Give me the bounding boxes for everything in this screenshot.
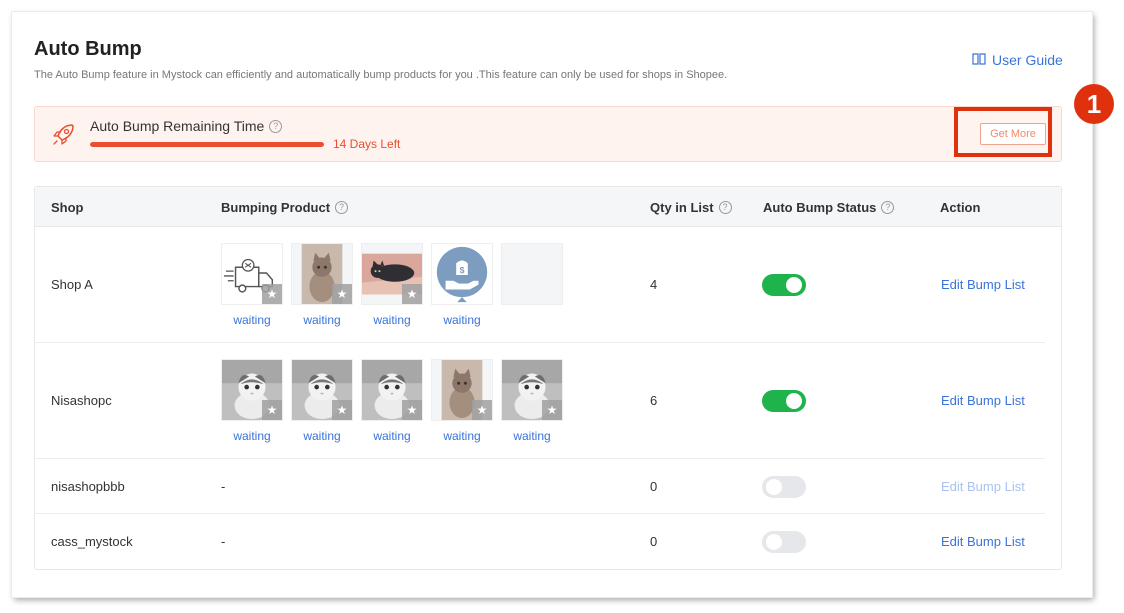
shop-name: nisashopbbb	[51, 478, 125, 494]
qty-in-list: 0	[650, 478, 658, 494]
table-header: Shop Bumping Product? Qty in List? Auto …	[35, 187, 1061, 227]
pin-icon: ★	[332, 400, 352, 420]
bump-status-waiting: waiting	[233, 313, 271, 327]
bump-status-waiting: waiting	[443, 429, 481, 443]
user-guide-link[interactable]: User Guide	[972, 52, 1063, 68]
toggle-knob	[766, 533, 782, 550]
header-qty-label: Qty in List	[650, 200, 714, 215]
bump-status-waiting: waiting	[233, 429, 271, 443]
book-icon	[972, 52, 986, 68]
bump-status-waiting: waiting	[443, 313, 481, 327]
bump-status-waiting: waiting	[513, 429, 551, 443]
header-status: Auto Bump Status?	[763, 200, 895, 215]
remaining-time-label: Auto Bump Remaining Time ?	[90, 118, 283, 134]
help-icon[interactable]: ?	[269, 119, 283, 133]
callout-number-badge: 1	[1074, 84, 1114, 124]
header-shop: Shop	[51, 200, 84, 215]
money-hand-icon	[432, 244, 492, 304]
toggle-knob	[786, 393, 802, 409]
toggle-knob	[766, 478, 782, 495]
page-description: The Auto Bump feature in Mystock can eff…	[34, 69, 728, 81]
shop-name: cass_mystock	[51, 533, 133, 549]
header-qty: Qty in List?	[650, 200, 732, 215]
qty-in-list: 0	[650, 533, 658, 549]
edit-bump-list-link[interactable]: Edit Bump List	[941, 534, 1025, 549]
help-icon[interactable]: ?	[881, 201, 895, 214]
edit-bump-list-link: Edit Bump List	[941, 478, 1025, 494]
pin-icon: ★	[402, 400, 422, 420]
shop-name: Shop A	[51, 277, 93, 292]
help-icon[interactable]: ?	[718, 201, 732, 214]
table-row: Shop A waiting ★ waiting ★ waiting ★ waiting 4 Ed…	[35, 227, 1061, 343]
qty-in-list: 4	[650, 277, 658, 292]
auto-bump-toggle[interactable]	[762, 475, 806, 498]
remaining-time-banner: Auto Bump Remaining Time ? 14 Days Left …	[34, 106, 1062, 162]
header-bumping-product: Bumping Product?	[221, 200, 349, 215]
product-thumbnail[interactable]: ★	[221, 359, 283, 421]
remaining-time-text: Auto Bump Remaining Time	[90, 118, 265, 134]
shop-name: Nisashopc	[51, 393, 112, 408]
header-status-label: Auto Bump Status	[763, 200, 877, 215]
pin-icon: ★	[262, 284, 282, 304]
empty-thumbnail-slot	[501, 243, 563, 305]
page-title: Auto Bump	[34, 38, 142, 60]
auto-bump-toggle[interactable]	[762, 274, 806, 296]
product-thumbnail[interactable]: ★	[291, 359, 353, 421]
edit-bump-list-link[interactable]: Edit Bump List	[941, 393, 1025, 408]
product-thumbnail[interactable]: ★	[221, 243, 283, 305]
qty-in-list: 6	[650, 393, 658, 408]
rocket-icon	[51, 121, 77, 147]
remaining-time-progress-fill	[90, 142, 324, 147]
days-left-text: 14 Days Left	[333, 137, 401, 151]
pin-icon: ★	[402, 284, 422, 304]
pin-icon: ★	[262, 400, 282, 420]
bump-table: Shop Bumping Product? Qty in List? Auto …	[34, 186, 1062, 570]
pin-icon: ★	[332, 284, 352, 304]
auto-bump-card: Auto Bump The Auto Bump feature in Mysto…	[12, 12, 1092, 597]
header-bumping-product-label: Bumping Product	[221, 200, 331, 215]
pin-icon: ★	[472, 400, 492, 420]
header-action-label: Action	[940, 200, 981, 215]
product-thumbnail[interactable]: ★	[361, 359, 423, 421]
product-thumbnail[interactable]	[431, 243, 493, 305]
product-thumbnail[interactable]: ★	[291, 243, 353, 305]
no-products-placeholder: -	[221, 533, 226, 549]
bump-status-waiting: waiting	[303, 313, 341, 327]
auto-bump-toggle[interactable]	[762, 530, 806, 553]
bump-status-waiting: waiting	[373, 429, 411, 443]
edit-bump-list-link[interactable]: Edit Bump List	[941, 277, 1025, 292]
product-thumbnail[interactable]: ★	[361, 243, 423, 305]
user-guide-label: User Guide	[992, 52, 1063, 68]
header-action: Action	[940, 200, 980, 215]
table-row: nisashopbbb - 0 Edit Bump List	[35, 459, 1061, 514]
header-shop-label: Shop	[51, 200, 84, 215]
toggle-knob	[786, 277, 802, 293]
table-row: Nisashopc waiting ★ waiting ★ waiting ★ waiting…	[35, 343, 1061, 459]
help-icon[interactable]: ?	[335, 201, 349, 214]
callout-highlight-box	[954, 107, 1052, 157]
product-thumbnail[interactable]: ★	[431, 359, 493, 421]
auto-bump-toggle[interactable]	[762, 390, 806, 412]
bump-status-waiting: waiting	[373, 313, 411, 327]
table-row: cass_mystock - 0 Edit Bump List	[35, 514, 1061, 569]
product-thumbnail[interactable]: ★	[501, 359, 563, 421]
bump-status-waiting: waiting	[303, 429, 341, 443]
pin-icon: ★	[542, 400, 562, 420]
no-products-placeholder: -	[221, 478, 226, 494]
remaining-time-progress	[90, 142, 324, 147]
